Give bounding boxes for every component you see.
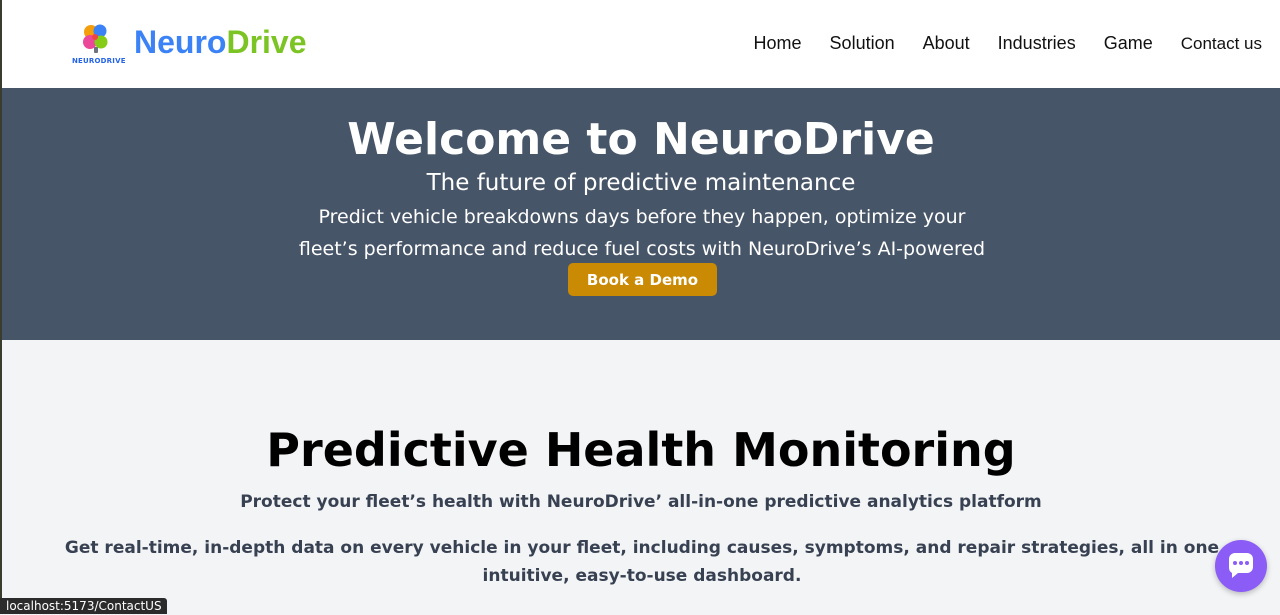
chat-button[interactable] [1215,540,1267,592]
section-title: Predictive Health Monitoring [266,423,1016,477]
nav-game[interactable]: Game [1104,31,1153,55]
nav-industries[interactable]: Industries [998,31,1076,55]
hero-section: Welcome to NeuroDrive The future of pred… [2,88,1280,340]
section-lead: Protect your fleet’s health with NeuroDr… [240,492,1042,512]
status-bar-url: localhost:5173/ContactUS [0,598,167,614]
hero-subtitle: The future of predictive maintenance [426,170,856,196]
brain-puzzle-icon [83,24,108,53]
brand-name-part1: Neuro [134,24,227,60]
nav-home[interactable]: Home [754,31,802,55]
logo[interactable]: NEURODRIVE [72,20,126,68]
book-demo-button[interactable]: Book a Demo [568,263,717,296]
brand-name[interactable]: NeuroDrive [134,22,307,62]
hero-title: Welcome to NeuroDrive [347,114,935,165]
nav-solution[interactable]: Solution [830,31,895,55]
site-header: NEURODRIVE NeuroDrive Home Solution Abou… [2,0,1280,88]
logo-wordmark: NEURODRIVE [72,57,126,65]
predictive-monitoring-section: Predictive Health Monitoring Protect you… [2,340,1280,614]
brand-name-part2: Drive [226,24,307,60]
main-nav: Home Solution About Industries Game Cont… [754,30,1262,56]
nav-about[interactable]: About [923,31,970,55]
chat-bubble-icon [1229,553,1253,578]
section-body: Get real-time, in-depth data on every ve… [64,538,1220,586]
nav-contact-us[interactable]: Contact us [1181,32,1262,56]
